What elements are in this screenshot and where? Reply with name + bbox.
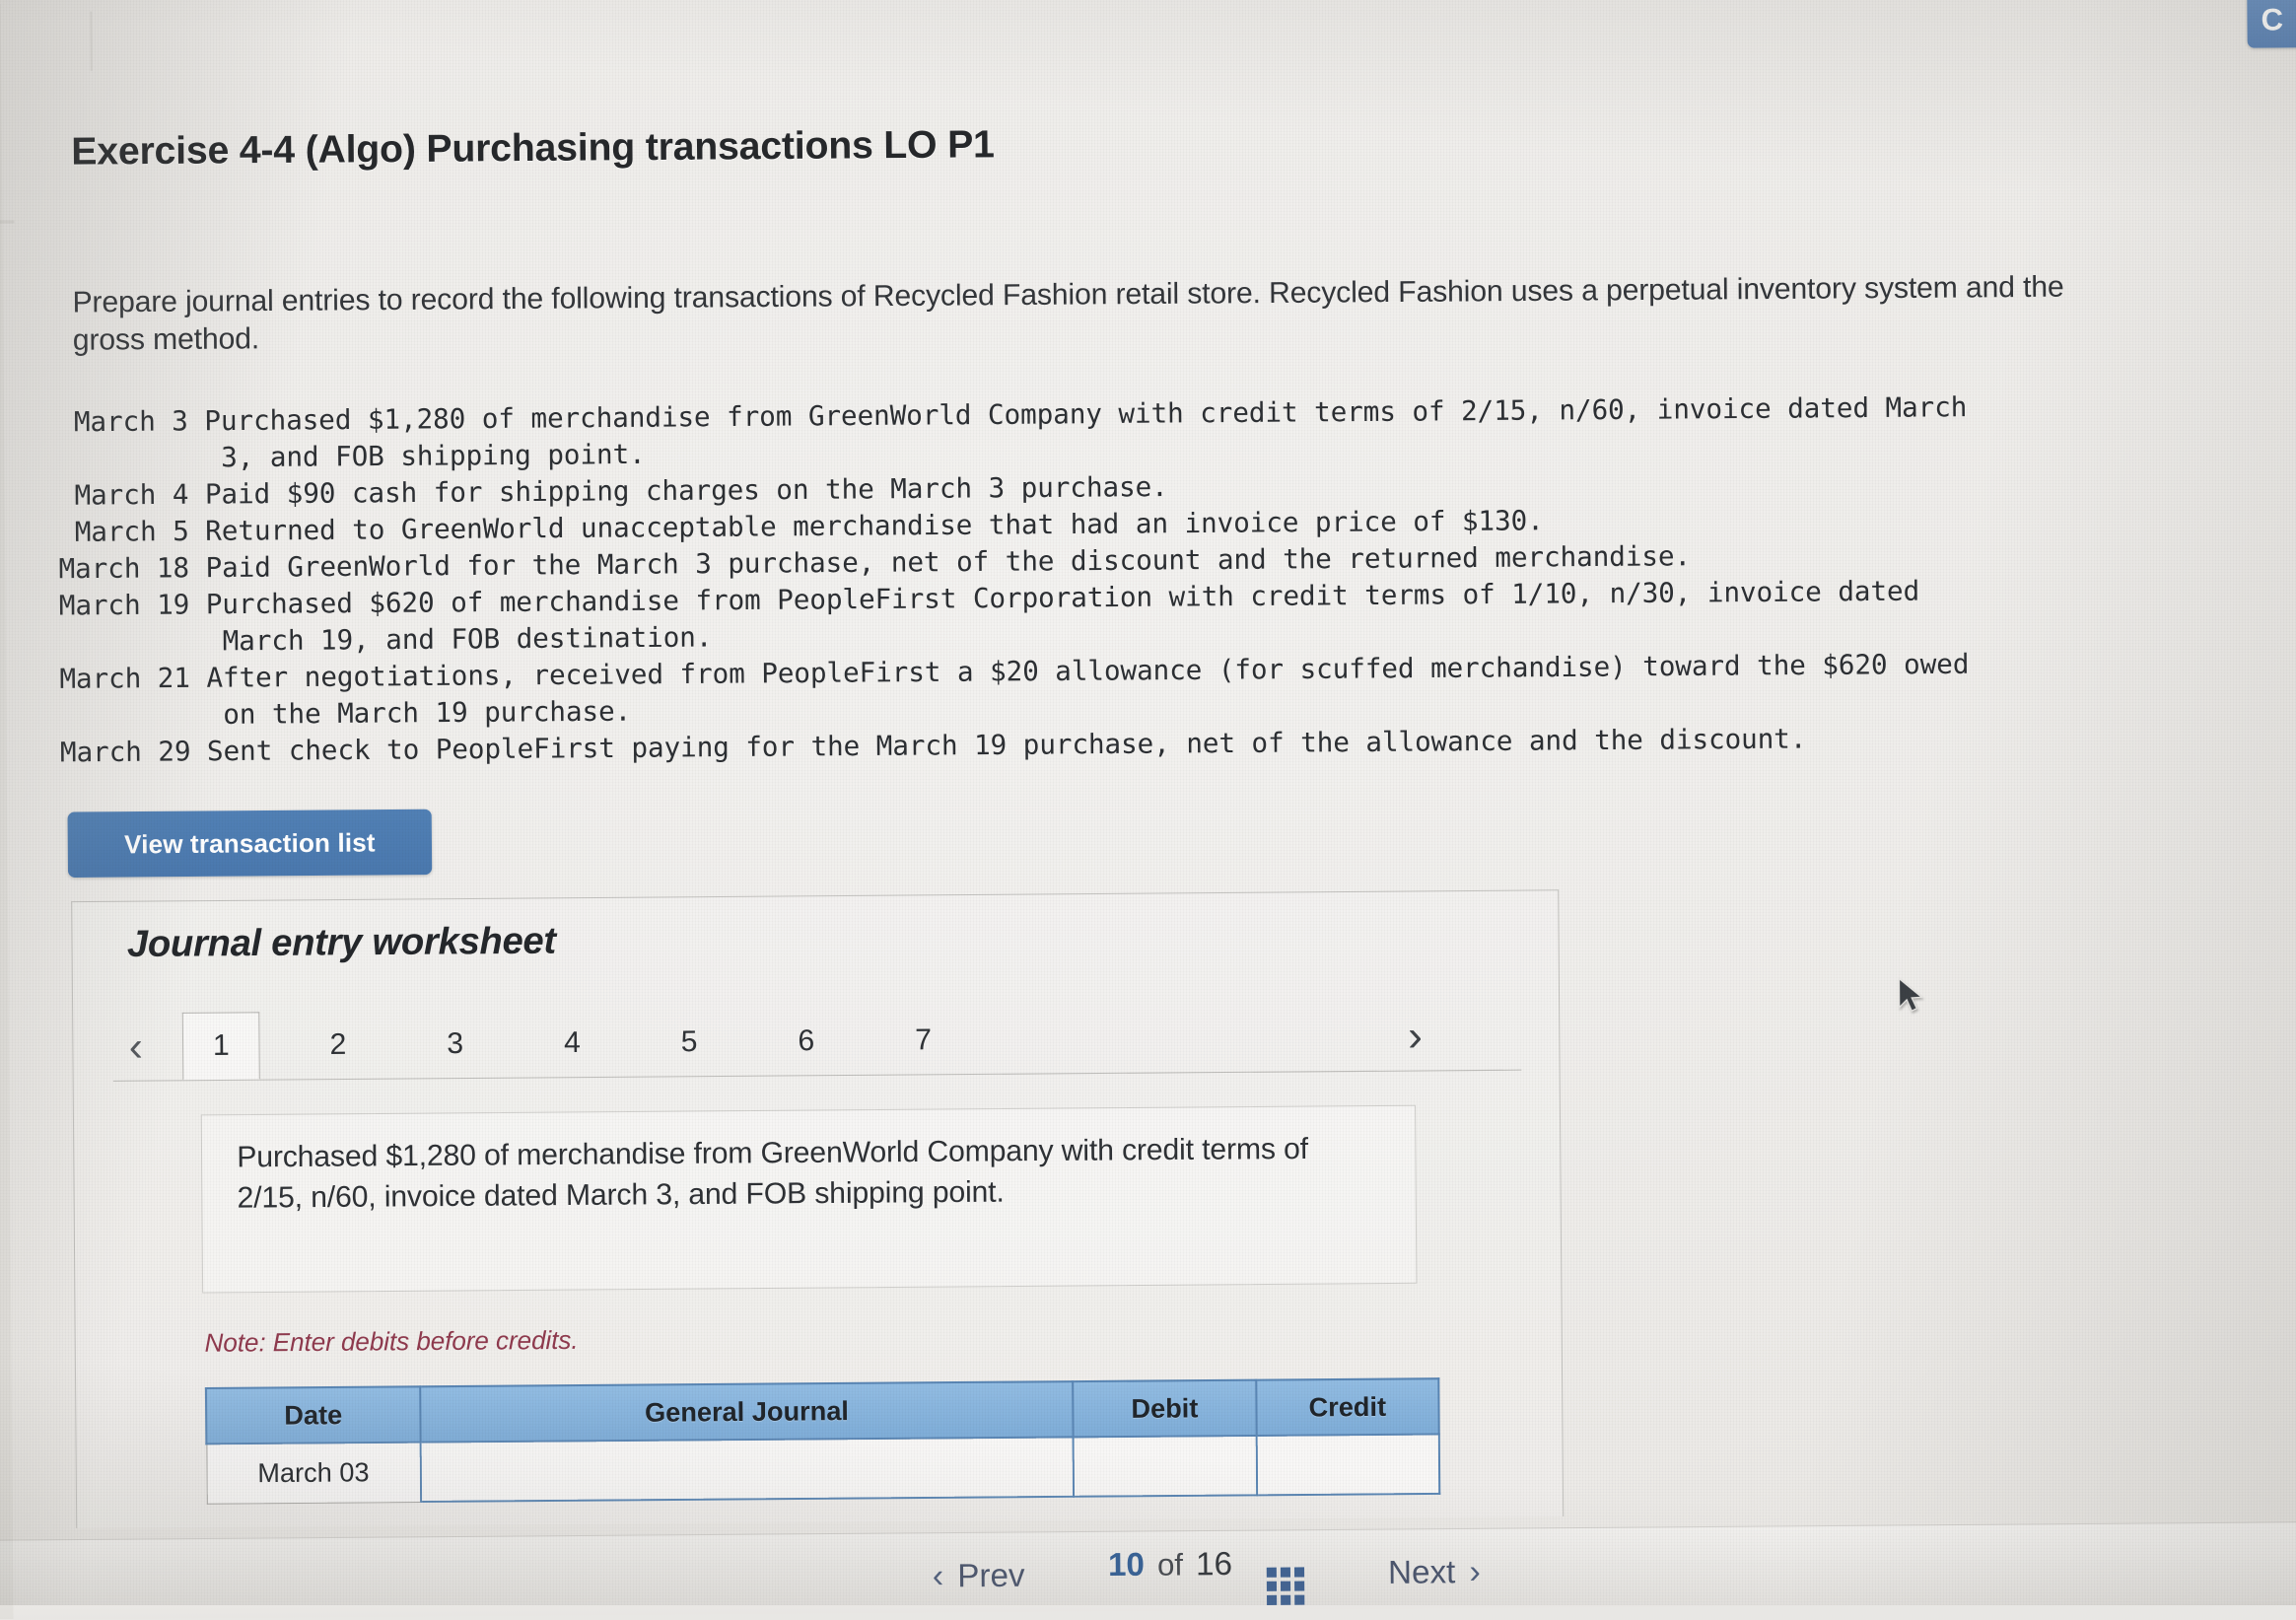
page-content: C Exercise 4-4 (Algo) Purchasing transac… <box>0 0 2296 1620</box>
worksheet-prev-arrow-icon[interactable]: ‹ <box>112 1021 159 1073</box>
mouse-cursor-icon <box>1898 977 1923 1013</box>
screen-edge-artifact <box>0 4 14 1620</box>
next-button-label: Next <box>1387 1553 1456 1590</box>
column-header-general-journal: General Journal <box>420 1381 1074 1443</box>
cell-date: March 03 <box>206 1442 422 1504</box>
debits-before-credits-note: Note: Enter debits before credits. <box>204 1324 579 1358</box>
cell-credit-input[interactable] <box>1256 1434 1440 1496</box>
page-indicator: 10 of 16 <box>1107 1544 1305 1605</box>
worksheet-tab-7[interactable]: 7 <box>884 1007 962 1075</box>
table-header-row: Date General Journal Debit Credit <box>205 1378 1439 1444</box>
table-row: March 03 <box>206 1434 1440 1504</box>
corner-button[interactable]: C <box>2247 0 2296 48</box>
pagination-controls: ‹ Prev 10 of 16 Next › <box>927 1543 1488 1605</box>
column-header-credit: Credit <box>1255 1378 1439 1436</box>
next-button[interactable]: Next › <box>1382 1551 1487 1592</box>
journal-entry-table: Date General Journal Debit Credit March … <box>205 1377 1440 1505</box>
cell-debit-input[interactable] <box>1073 1435 1257 1497</box>
exercise-instructions: Prepare journal entries to record the fo… <box>72 270 2064 357</box>
worksheet-tab-strip: ‹ 1 2 3 4 5 6 7 › <box>112 1002 1521 1081</box>
worksheet-tab-5[interactable]: 5 <box>651 1009 729 1077</box>
page-title: Exercise 4-4 (Algo) Purchasing transacti… <box>71 123 995 174</box>
screen-edge-artifact <box>90 11 93 71</box>
current-page-number: 10 <box>1107 1545 1146 1584</box>
page-of-label: of <box>1156 1547 1184 1583</box>
worksheet-tab-1[interactable]: 1 <box>181 1012 260 1081</box>
column-header-debit: Debit <box>1073 1379 1257 1438</box>
column-header-date: Date <box>205 1386 421 1444</box>
view-transaction-list-button[interactable]: View transaction list <box>67 809 433 879</box>
worksheet-next-arrow-icon[interactable]: › <box>1392 1011 1438 1063</box>
worksheet-description-box: Purchased $1,280 of merchandise from Gre… <box>200 1104 1418 1294</box>
worksheet-tab-3[interactable]: 3 <box>416 1010 494 1078</box>
transaction-list-text: March 3 Purchased $1,280 of merchandise … <box>57 391 1970 769</box>
worksheet-description-text: Purchased $1,280 of merchandise from Gre… <box>237 1132 1309 1215</box>
bottom-navigation-bar: ‹ Prev 10 of 16 Next › <box>0 1521 2296 1620</box>
grid-icon[interactable] <box>1267 1567 1305 1605</box>
chevron-left-icon: ‹ <box>932 1556 944 1595</box>
worksheet-tab-2[interactable]: 2 <box>299 1011 377 1079</box>
worksheet-tab-4[interactable]: 4 <box>533 1010 611 1078</box>
prev-button[interactable]: ‹ Prev <box>927 1555 1031 1596</box>
journal-entry-worksheet-panel: Journal entry worksheet ‹ 1 2 3 4 5 6 7 … <box>71 889 1565 1528</box>
cell-general-journal-input[interactable] <box>420 1437 1075 1503</box>
prev-button-label: Prev <box>957 1556 1025 1594</box>
chevron-right-icon: › <box>1469 1552 1481 1590</box>
worksheet-title: Journal entry worksheet <box>126 920 557 966</box>
worksheet-tab-6[interactable]: 6 <box>767 1008 845 1076</box>
total-pages-number: 16 <box>1195 1544 1233 1583</box>
screen-edge-artifact <box>0 220 15 224</box>
